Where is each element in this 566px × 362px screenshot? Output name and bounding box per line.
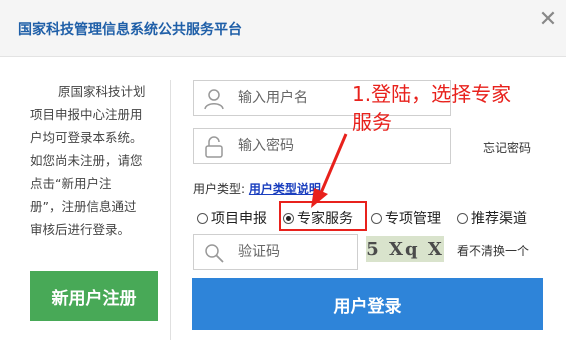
dialog-header: 国家科技管理信息系统公共服务平台 ✕ xyxy=(0,0,566,57)
login-button[interactable]: 用户登录 xyxy=(192,278,543,330)
intro-line: 项目申报中心注册用 xyxy=(30,107,143,122)
radio-label: 专项管理 xyxy=(385,211,441,227)
register-button[interactable]: 新用户注册 xyxy=(30,271,158,321)
intro-line: 户均可登录本系统。 xyxy=(30,130,143,145)
lock-icon xyxy=(205,136,223,158)
user-type-radio-group: 项目申报 专家服务 专项管理 推荐渠道 xyxy=(193,206,565,232)
close-icon[interactable]: ✕ xyxy=(536,8,560,32)
annotation-line: 服务 xyxy=(352,110,392,134)
search-icon xyxy=(205,244,224,263)
radio-special-management[interactable]: 专项管理 xyxy=(371,206,441,230)
radio-label: 推荐渠道 xyxy=(471,211,527,227)
annotation-highlight-box xyxy=(279,201,367,231)
annotation-text: 1.登陆，选择专家 服务 xyxy=(352,80,552,136)
radio-project-apply[interactable]: 项目申报 xyxy=(197,206,267,230)
intro-line: 点击“新用户注 xyxy=(30,176,112,191)
radio-button[interactable] xyxy=(457,212,468,224)
radio-label: 项目申报 xyxy=(211,211,267,227)
intro-text: 原国家科技计划 项目申报中心注册用 户均可登录本系统。 如您尚未注册，请您 点击… xyxy=(30,80,160,241)
annotation-line: 1.登陆，选择专家 xyxy=(352,82,512,106)
intro-line: 册”，注册信息通过 xyxy=(30,199,137,214)
radio-recommend-channel[interactable]: 推荐渠道 xyxy=(457,206,527,230)
intro-line: 审核后进行登录。 xyxy=(30,222,131,237)
captcha-image[interactable]: 5 Xq X xyxy=(366,236,444,262)
radio-button[interactable] xyxy=(371,212,382,224)
refresh-captcha-link[interactable]: 看不清换一个 xyxy=(457,242,529,259)
intro-line: 原国家科技计划 xyxy=(58,84,146,99)
user-type-label: 用户类型: xyxy=(193,182,246,196)
intro-line: 如您尚未注册，请您 xyxy=(30,153,143,168)
divider xyxy=(170,80,171,340)
radio-button[interactable] xyxy=(197,212,208,224)
user-type-row: 用户类型: 用户类型说明 xyxy=(193,180,321,197)
forgot-password-link[interactable]: 忘记密码 xyxy=(483,139,531,156)
user-type-help-link[interactable]: 用户类型说明 xyxy=(249,182,321,196)
user-icon xyxy=(204,89,224,110)
captcha-field[interactable] xyxy=(193,234,438,270)
dialog-title: 国家科技管理信息系统公共服务平台 xyxy=(18,22,242,38)
